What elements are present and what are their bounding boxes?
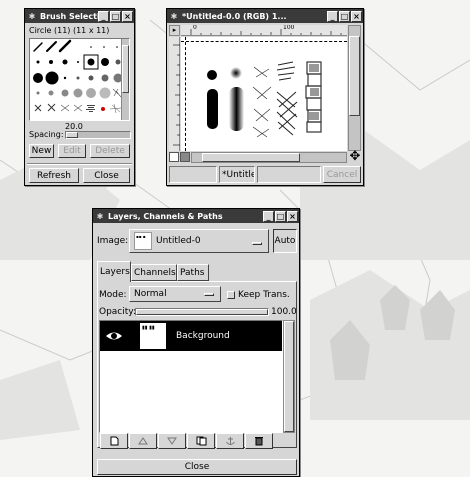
raise-icon <box>138 437 148 445</box>
close-window-button[interactable]: × <box>351 10 362 22</box>
new-layer-button[interactable] <box>100 433 128 449</box>
duplicate-layer-button[interactable] <box>187 433 215 449</box>
lower-layer-button[interactable] <box>158 433 186 449</box>
image-select-value: Untitled-0 <box>156 236 201 246</box>
tab-layers[interactable]: Layers <box>97 261 131 282</box>
vertical-ruler[interactable] <box>169 37 180 151</box>
notebook-tabs: Layers Channels Paths <box>97 261 297 282</box>
close-button[interactable]: Close <box>97 459 297 475</box>
window-title: Brush Selection <box>40 11 98 21</box>
scroll-thumb[interactable] <box>122 45 129 93</box>
minimize-button[interactable]: _ <box>98 10 109 22</box>
mode-label: Mode: <box>99 290 127 300</box>
window-title: *Untitled-0.0 (RGB) 1... <box>182 11 287 21</box>
trash-icon <box>255 437 263 446</box>
duplicate-icon <box>196 436 206 446</box>
new-layer-icon <box>110 436 119 446</box>
gimp-menu-icon[interactable]: ✱ <box>169 11 179 21</box>
window-title: Layers, Channels & Paths <box>108 211 223 221</box>
vertical-scrollbar[interactable] <box>348 25 361 151</box>
brush-window-titlebar[interactable]: ✱ Brush Selection _ □ × <box>25 9 134 23</box>
vertical-scroll-thumb[interactable] <box>349 36 360 116</box>
image-canvas[interactable] <box>181 37 347 151</box>
image-window: ✱ *Untitled-0.0 (RGB) 1... _ □ × ▸ 0 100 <box>166 8 364 186</box>
gimp-menu-icon[interactable]: ✱ <box>95 211 105 221</box>
maximize-button[interactable]: □ <box>110 10 121 22</box>
new-brush-button[interactable]: New <box>29 144 54 158</box>
layer-row[interactable]: ▮▮ ▮▮ Background <box>100 321 282 351</box>
brush-selection-window: ✱ Brush Selection _ □ × Circle (11) (11 … <box>24 8 135 186</box>
maximize-button[interactable]: □ <box>275 210 286 222</box>
brush-grid-svg[interactable] <box>30 39 123 120</box>
close-window-button[interactable]: × <box>122 10 133 22</box>
canvas-boundary-left <box>185 37 186 151</box>
spacing-label: Spacing: <box>29 130 64 139</box>
dropdown-indicator <box>252 242 262 245</box>
horizontal-scroll-thumb[interactable] <box>202 153 300 162</box>
lower-icon <box>167 437 177 445</box>
dropdown-indicator <box>204 293 214 296</box>
horizontal-ruler[interactable]: 0 100 <box>181 25 347 36</box>
minimize-button[interactable]: _ <box>263 210 274 222</box>
layer-name: Background <box>176 331 230 341</box>
close-window-button[interactable]: × <box>287 210 298 222</box>
tab-channels[interactable]: Channels <box>131 264 177 281</box>
mode-select-value: Normal <box>134 289 167 299</box>
opacity-slider[interactable] <box>135 308 269 316</box>
layer-thumbnail: ▮▮ ▮▮ <box>140 323 166 349</box>
anchor-icon <box>225 436 235 445</box>
layers-list-scrollbar[interactable] <box>283 320 295 433</box>
navigate-icon[interactable]: ✥ <box>348 150 362 164</box>
brush-grid <box>29 38 130 121</box>
opacity-slider-handle[interactable] <box>136 309 268 315</box>
anchor-layer-button[interactable] <box>216 433 244 449</box>
progress-bar <box>257 166 321 183</box>
tab-paths[interactable]: Paths <box>177 264 209 281</box>
spacing-value: 20.0 <box>65 122 83 131</box>
horizontal-scrollbar[interactable] <box>191 152 347 163</box>
delete-layer-button[interactable] <box>245 433 273 449</box>
spacing-slider[interactable] <box>65 131 131 139</box>
close-button[interactable]: Close <box>83 168 130 183</box>
edit-brush-button[interactable]: Edit <box>58 144 86 158</box>
keep-trans-label: Keep Trans. <box>238 290 290 300</box>
separator <box>27 163 132 165</box>
raise-layer-button[interactable] <box>129 433 157 449</box>
minimize-button[interactable]: _ <box>327 10 338 22</box>
menu-arrow-button[interactable]: ▸ <box>169 25 180 36</box>
image-thumbnail: ▪▪ ▪ <box>134 232 152 250</box>
keep-trans-checkbox[interactable] <box>227 291 235 299</box>
status-field: *Untitle <box>219 166 255 183</box>
delete-brush-button[interactable]: Delete <box>90 144 130 158</box>
canvas-boundary-top <box>181 41 347 42</box>
quickmask-off-button[interactable] <box>180 152 190 162</box>
ruler-label-0: 0 <box>193 25 197 31</box>
image-label: Image: <box>97 236 129 246</box>
image-select[interactable]: ▪▪ ▪ Untitled-0 <box>129 229 269 253</box>
spacing-slider-handle[interactable] <box>66 132 78 138</box>
eye-icon[interactable] <box>104 327 124 345</box>
brush-info: Circle (11) (11 x 11) <box>29 26 110 35</box>
cancel-button[interactable]: Cancel <box>323 166 361 183</box>
refresh-button[interactable]: Refresh <box>29 168 79 183</box>
layers-scroll-thumb[interactable] <box>284 321 294 432</box>
brush-grid-scrollbar[interactable] <box>121 39 129 120</box>
auto-button[interactable]: Auto <box>273 229 297 253</box>
ruler-label-100: 100 <box>283 25 295 31</box>
pointer-coords-field <box>169 166 217 183</box>
image-window-titlebar[interactable]: ✱ *Untitled-0.0 (RGB) 1... _ □ × <box>167 9 363 23</box>
opacity-label: Opacity: <box>99 307 136 317</box>
layers-window-titlebar[interactable]: ✱ Layers, Channels & Paths _ □ × <box>93 209 299 223</box>
opacity-value: 100.0 <box>271 307 297 317</box>
mode-select[interactable]: Normal <box>129 286 221 302</box>
layers-window: ✱ Layers, Channels & Paths _ □ × Image: … <box>92 208 300 477</box>
canvas-strokes <box>207 61 322 138</box>
maximize-button[interactable]: □ <box>339 10 350 22</box>
quickmask-button[interactable] <box>169 152 179 162</box>
gimp-menu-icon[interactable]: ✱ <box>27 11 37 21</box>
layers-list[interactable]: ▮▮ ▮▮ Background <box>99 320 283 433</box>
